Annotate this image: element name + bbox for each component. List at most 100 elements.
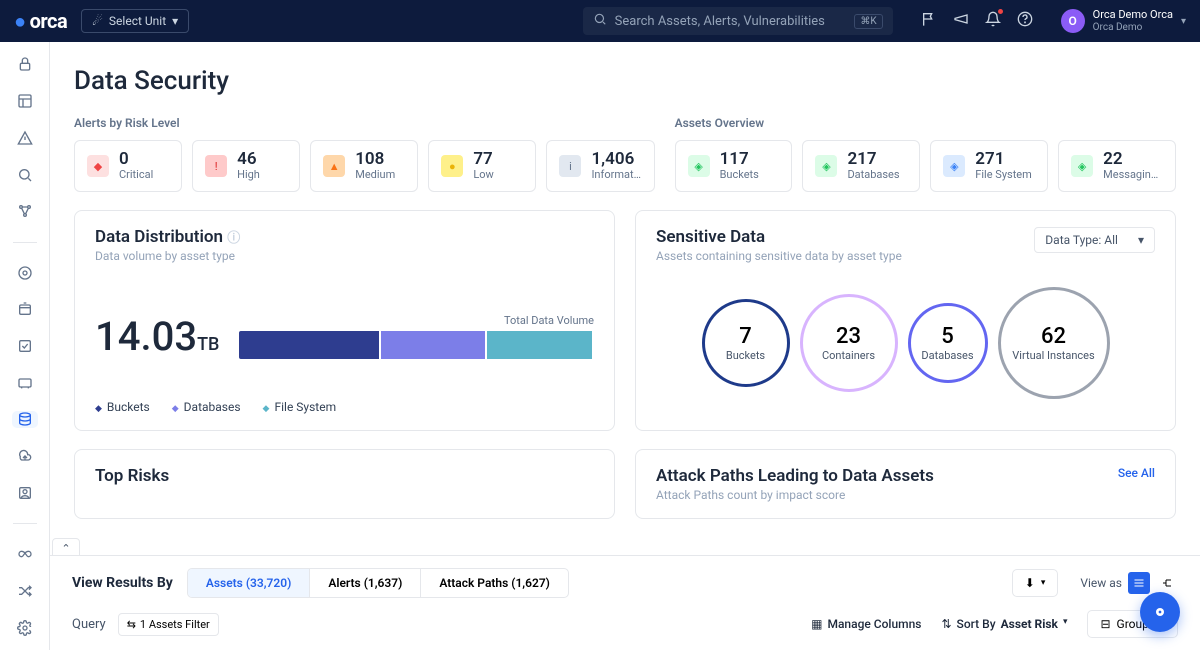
stat-label: Informatio...	[591, 168, 641, 181]
view-results-label: View Results By	[72, 575, 173, 591]
search-icon	[593, 12, 607, 30]
brand-logo[interactable]: ●orca	[14, 9, 67, 34]
sensitive-circle[interactable]: 23Containers	[800, 294, 898, 392]
avatar: O	[1061, 9, 1085, 33]
download-icon: ⬇	[1025, 576, 1035, 590]
layers-icon: ☄	[92, 14, 103, 28]
data-type-filter[interactable]: Data Type: All▾	[1034, 227, 1155, 253]
asset-stat[interactable]: ◈ 217Databases	[802, 140, 920, 192]
volume-segment[interactable]	[239, 331, 378, 359]
sensitive-sub: Assets containing sensitive data by asse…	[656, 249, 902, 263]
assets-filter-pill[interactable]: ⇆1 Assets Filter	[118, 613, 219, 636]
result-tab[interactable]: Assets (33,720)	[188, 569, 310, 597]
global-search[interactable]: Search Assets, Alerts, Vulnerabilities ⌘…	[583, 7, 893, 35]
stat-label: Critical	[119, 168, 153, 181]
alert-stat[interactable]: ▲108Medium	[310, 140, 418, 192]
nav-settings[interactable]	[12, 619, 38, 636]
asset-icon: ◈	[943, 155, 965, 177]
download-button[interactable]: ⬇▾	[1012, 569, 1059, 597]
sensitive-circle[interactable]: 5Databases	[908, 303, 988, 383]
stat-number: 271	[975, 151, 1031, 168]
volume-segment[interactable]	[487, 331, 592, 359]
stat-label: Buckets	[720, 168, 759, 181]
nav-lock[interactable]	[12, 56, 38, 73]
alert-stat[interactable]: i1,406Informatio...	[546, 140, 654, 192]
view-as-label: View as	[1080, 576, 1122, 590]
circle-count: 23	[836, 324, 861, 349]
result-tab[interactable]: Attack Paths (1,627)	[421, 569, 568, 597]
chat-fab[interactable]	[1140, 592, 1180, 632]
top-risks-title: Top Risks	[95, 466, 594, 486]
top-icon-group	[921, 11, 1033, 31]
circle-label: Databases	[921, 349, 973, 362]
bell-icon[interactable]	[985, 11, 1001, 31]
user-org: Orca Demo	[1093, 22, 1173, 34]
columns-icon: ▦	[811, 617, 822, 631]
see-all-link[interactable]: See All	[1118, 466, 1155, 480]
attack-paths-title: Attack Paths Leading to Data Assets	[656, 466, 934, 486]
stat-label: High	[237, 168, 260, 181]
nav-graph[interactable]	[12, 203, 38, 220]
side-nav	[0, 42, 50, 650]
asset-icon: ◈	[815, 155, 837, 177]
chevron-down-icon: ▾	[1181, 16, 1186, 27]
unit-selector[interactable]: ☄ Select Unit ▾	[81, 9, 189, 33]
asset-stat[interactable]: ◈271File System	[930, 140, 1048, 192]
severity-icon: !	[205, 155, 227, 177]
volume-segment[interactable]	[381, 331, 486, 359]
sensitive-circle[interactable]: 7Buckets	[702, 299, 790, 387]
legend-buckets: Buckets	[95, 400, 150, 414]
attack-paths-card: Attack Paths Leading to Data Assets Atta…	[635, 449, 1176, 519]
sensitive-circle[interactable]: 62Virtual Instances	[998, 287, 1110, 399]
flag-icon[interactable]	[921, 11, 937, 31]
asset-stat[interactable]: ◈22Messaging and ...	[1058, 140, 1176, 192]
nav-alerts[interactable]	[12, 129, 38, 146]
alerts-section-label: Alerts by Risk Level	[74, 116, 655, 130]
asset-icon: ◈	[1071, 155, 1093, 177]
sensitive-circles: 7Buckets23Containers5Databases62Virtual …	[656, 287, 1155, 399]
sensitive-title: Sensitive Data	[656, 227, 902, 247]
total-volume-label: Total Data Volume	[239, 314, 594, 327]
nav-checklist[interactable]	[12, 338, 38, 355]
view-list-button[interactable]	[1128, 572, 1150, 594]
help-icon[interactable]	[1017, 11, 1033, 31]
stat-number: 46	[237, 151, 260, 168]
assets-row: ◈117Buckets◈217Databases◈271File System◈…	[675, 140, 1176, 192]
volume-bar	[239, 331, 594, 359]
stat-label: Databases	[847, 168, 899, 181]
stat-number: 217	[847, 151, 899, 168]
view-tree-button[interactable]	[1156, 572, 1178, 594]
legend-filesystem: File System	[263, 400, 337, 414]
chevron-down-icon: ▾	[172, 14, 178, 28]
nav-shuffle[interactable]	[12, 583, 38, 600]
alert-stat[interactable]: ! 46High	[192, 140, 300, 192]
result-tab[interactable]: Alerts (1,637)	[310, 569, 421, 597]
stat-number: 22	[1103, 151, 1163, 168]
sort-by-button[interactable]: ⇅Sort By Asset Risk▾	[941, 617, 1067, 631]
nav-infinity[interactable]	[12, 546, 38, 563]
group-icon: ⊟	[1100, 617, 1110, 631]
circle-count: 62	[1041, 324, 1066, 349]
alert-stat[interactable]: ◆0Critical	[74, 140, 182, 192]
nav-identity[interactable]	[12, 485, 38, 502]
nav-compliance[interactable]	[12, 264, 38, 281]
nav-search[interactable]	[12, 166, 38, 183]
nav-archive[interactable]	[12, 301, 38, 318]
circle-label: Buckets	[726, 349, 765, 362]
manage-columns-button[interactable]: ▦Manage Columns	[811, 617, 921, 631]
info-icon[interactable]: ⓘ	[227, 231, 240, 246]
announce-icon[interactable]	[953, 11, 969, 31]
alert-stat[interactable]: ●77Low	[428, 140, 536, 192]
asset-stat[interactable]: ◈117Buckets	[675, 140, 793, 192]
severity-icon: ●	[441, 155, 463, 177]
nav-data-security[interactable]	[12, 411, 38, 428]
assets-section-label: Assets Overview	[675, 116, 1176, 130]
nav-dashboard[interactable]	[12, 93, 38, 110]
page-title: Data Security	[74, 66, 1176, 96]
distribution-title: Data Distribution ⓘ	[95, 227, 594, 247]
nav-workload[interactable]	[12, 374, 38, 391]
search-placeholder: Search Assets, Alerts, Vulnerabilities	[615, 14, 825, 29]
user-menu[interactable]: O Orca Demo Orca Orca Demo ▾	[1061, 8, 1186, 33]
nav-cloud[interactable]	[12, 448, 38, 465]
circle-count: 7	[739, 324, 752, 349]
